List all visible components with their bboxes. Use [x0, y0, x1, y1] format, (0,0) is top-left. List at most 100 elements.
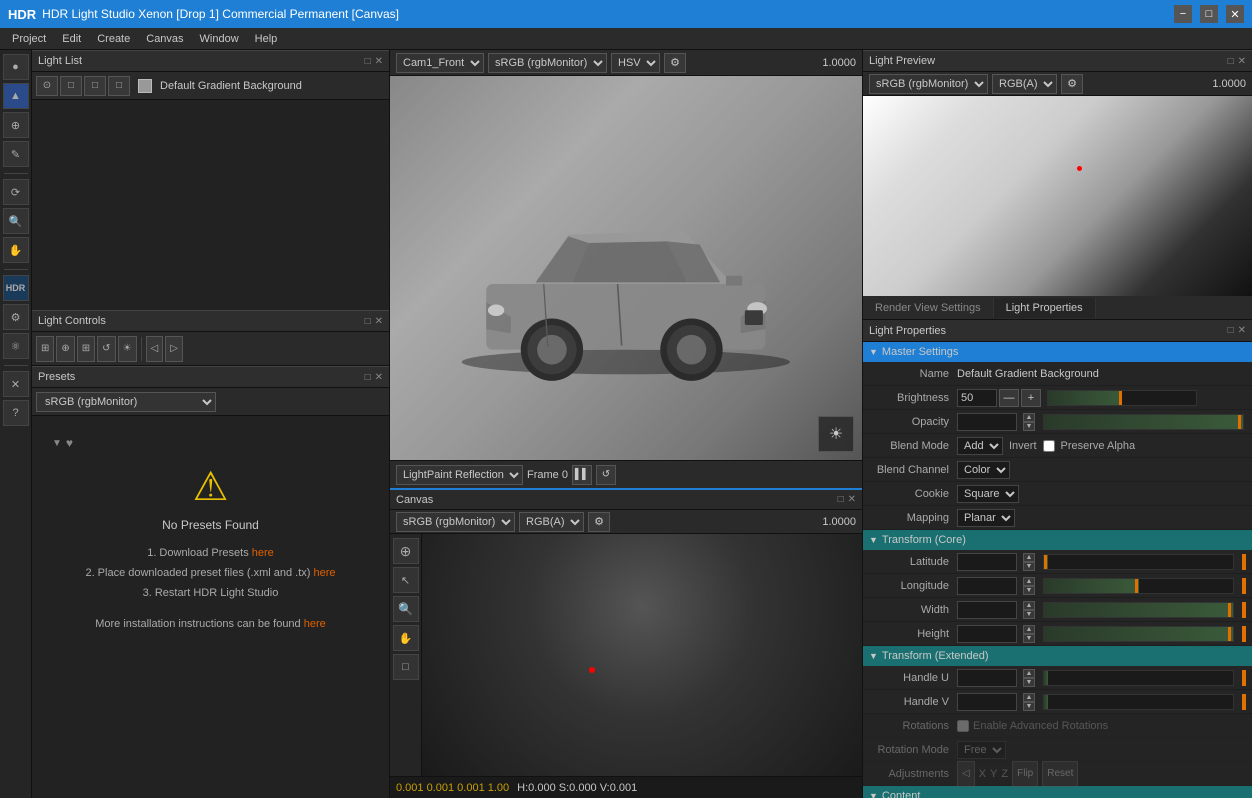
refresh-btn[interactable]: ↺: [596, 465, 616, 485]
adj-flip[interactable]: Flip: [1012, 761, 1038, 787]
adj-prev[interactable]: ◁: [957, 761, 975, 787]
cookie-select[interactable]: Square: [957, 485, 1019, 503]
handle-v-up[interactable]: ▲: [1023, 693, 1035, 702]
canvas-tool-arrow[interactable]: ↖: [393, 567, 419, 593]
presets-close[interactable]: ✕: [375, 372, 383, 383]
latitude-input[interactable]: 0.00: [957, 553, 1017, 571]
blend-mode-select[interactable]: Add: [957, 437, 1003, 455]
play-pause-btn[interactable]: ▌▌: [572, 465, 592, 485]
ctrl-add[interactable]: ⊕: [56, 336, 74, 362]
light-props-close[interactable]: ✕: [1238, 325, 1246, 336]
preview-mode[interactable]: RGB(A): [992, 74, 1057, 94]
handle-u-down[interactable]: ▼: [1023, 678, 1035, 687]
longitude-down[interactable]: ▼: [1023, 586, 1035, 595]
light-list-close[interactable]: ✕: [375, 56, 383, 67]
height-up[interactable]: ▲: [1023, 625, 1035, 634]
width-down[interactable]: ▼: [1023, 610, 1035, 619]
tool-light-add[interactable]: ▲: [3, 83, 29, 109]
opacity-down[interactable]: ▼: [1023, 422, 1035, 431]
height-input[interactable]: 100.00: [957, 625, 1017, 643]
brightness-minus-btn[interactable]: —: [999, 389, 1019, 407]
render-camera-select[interactable]: Cam1_Front: [396, 53, 484, 73]
mapping-select[interactable]: Planar: [957, 509, 1015, 527]
latitude-slider[interactable]: [1043, 554, 1234, 570]
canvas-view[interactable]: [422, 534, 862, 776]
menu-help[interactable]: Help: [247, 31, 286, 47]
enable-advanced-rotations-checkbox[interactable]: [957, 720, 969, 732]
rotation-mode-select[interactable]: Free: [957, 741, 1006, 759]
brightness-plus-btn[interactable]: +: [1021, 389, 1041, 407]
tool-zoom[interactable]: 🔍: [3, 208, 29, 234]
canvas-tool-zoom[interactable]: 🔍: [393, 596, 419, 622]
minimize-button[interactable]: −: [1174, 5, 1192, 23]
longitude-up[interactable]: ▲: [1023, 577, 1035, 586]
opacity-up[interactable]: ▲: [1023, 413, 1035, 422]
canvas-tool-pan[interactable]: ✋: [393, 625, 419, 651]
brightness-toggle-btn[interactable]: ☀: [818, 416, 854, 452]
tool-paint[interactable]: ✎: [3, 141, 29, 167]
menu-create[interactable]: Create: [89, 31, 138, 47]
ctrl-sun[interactable]: ☀: [118, 336, 137, 362]
height-slider[interactable]: [1043, 626, 1234, 642]
opacity-input[interactable]: 1.000: [957, 413, 1017, 431]
canvas-settings-btn[interactable]: ⚙: [588, 512, 610, 532]
render-color-profile-select[interactable]: sRGB (rgbMonitor): [488, 53, 607, 73]
canvas-minimize[interactable]: □: [838, 494, 844, 505]
render-mode-select[interactable]: HSV: [611, 53, 660, 73]
presets-link-1[interactable]: here: [252, 547, 274, 559]
longitude-slider[interactable]: [1043, 578, 1234, 594]
maximize-button[interactable]: □: [1200, 5, 1218, 23]
ctrl-next[interactable]: ▷: [165, 336, 183, 362]
latitude-up[interactable]: ▲: [1023, 553, 1035, 562]
tool-move[interactable]: ⊕: [3, 112, 29, 138]
width-input[interactable]: 100.00: [957, 601, 1017, 619]
handle-u-slider[interactable]: [1043, 670, 1234, 686]
preview-color-profile[interactable]: sRGB (rgbMonitor): [869, 74, 988, 94]
width-slider[interactable]: [1043, 602, 1234, 618]
tool-help[interactable]: ?: [3, 400, 29, 426]
ctrl-prev[interactable]: ◁: [146, 336, 164, 362]
preview-minimize[interactable]: □: [1228, 56, 1234, 67]
render-canvas[interactable]: ☀: [390, 76, 862, 460]
handle-v-slider[interactable]: [1043, 694, 1234, 710]
height-down[interactable]: ▼: [1023, 634, 1035, 643]
tool-rotate[interactable]: ⟳: [3, 179, 29, 205]
tool-select[interactable]: ●: [3, 54, 29, 80]
invert-checkbox[interactable]: [1043, 440, 1055, 452]
canvas-tool-box[interactable]: □: [393, 654, 419, 680]
brightness-slider[interactable]: [1047, 390, 1197, 406]
menu-edit[interactable]: Edit: [54, 31, 89, 47]
menu-canvas[interactable]: Canvas: [138, 31, 191, 47]
list-tool-box2[interactable]: □: [84, 76, 106, 96]
lightpaint-select[interactable]: LightPaint Reflection: [396, 465, 523, 485]
tool-pan[interactable]: ✋: [3, 237, 29, 263]
handle-v-down[interactable]: ▼: [1023, 702, 1035, 711]
light-list-minimize[interactable]: □: [365, 56, 371, 67]
presets-color-profile[interactable]: sRGB (rgbMonitor): [36, 392, 216, 412]
canvas-color-profile[interactable]: sRGB (rgbMonitor): [396, 512, 515, 532]
menu-project[interactable]: Project: [4, 31, 54, 47]
handle-u-up[interactable]: ▲: [1023, 669, 1035, 678]
close-button[interactable]: ✕: [1226, 5, 1244, 23]
light-controls-minimize[interactable]: □: [365, 316, 371, 327]
adj-reset[interactable]: Reset: [1042, 761, 1078, 787]
tab-render-view-settings[interactable]: Render View Settings: [863, 298, 994, 318]
latitude-down[interactable]: ▼: [1023, 562, 1035, 571]
handle-u-input[interactable]: 0.000: [957, 669, 1017, 687]
handle-v-input[interactable]: 0.000: [957, 693, 1017, 711]
preview-settings-btn[interactable]: ⚙: [1061, 74, 1083, 94]
tool-preset[interactable]: ⚙: [3, 304, 29, 330]
width-up[interactable]: ▲: [1023, 601, 1035, 610]
tool-atom[interactable]: ⚛: [3, 333, 29, 359]
canvas-tool-crosshair[interactable]: ⊕: [393, 538, 419, 564]
list-tool-box1[interactable]: □: [60, 76, 82, 96]
list-tool-box3[interactable]: □: [108, 76, 130, 96]
ctrl-grid[interactable]: ⊞: [77, 336, 95, 362]
ctrl-transform[interactable]: ⊞: [36, 336, 54, 362]
presets-link-2[interactable]: here: [314, 567, 336, 579]
ctrl-rotate[interactable]: ↺: [97, 336, 115, 362]
presets-link-3[interactable]: here: [304, 618, 326, 630]
render-settings-btn[interactable]: ⚙: [664, 53, 686, 73]
canvas-mode[interactable]: RGB(A): [519, 512, 584, 532]
tab-light-properties[interactable]: Light Properties: [994, 298, 1096, 318]
